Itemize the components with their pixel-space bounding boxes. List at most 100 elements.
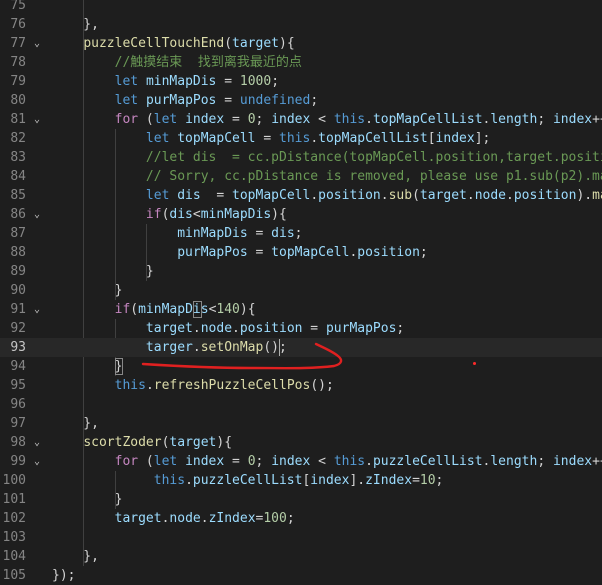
code-line[interactable]: 88 purMapPos = topMapCell.position;: [0, 243, 602, 262]
code-line[interactable]: 103: [0, 528, 602, 547]
code-token: undefined: [239, 93, 311, 108]
code-line[interactable]: 89 }: [0, 262, 602, 281]
code-token: this: [279, 131, 311, 146]
code-line[interactable]: 93 targer.setOnMap();: [0, 338, 602, 357]
code-token: 10: [419, 473, 436, 488]
code-token: =: [412, 473, 420, 488]
code-text: }: [52, 490, 123, 509]
code-token: purMapPos: [325, 321, 397, 336]
code-line[interactable]: 95 this.refreshPuzzleCellPos();: [0, 376, 602, 395]
code-line[interactable]: 105});: [0, 566, 602, 585]
code-line[interactable]: 85 let dis = topMapCell.position.sub(tar…: [0, 186, 602, 205]
code-token: .: [365, 454, 373, 469]
code-line[interactable]: 83 //let dis = cc.pDistance(topMapCell.p…: [0, 148, 602, 167]
code-text: },: [52, 547, 99, 566]
code-line[interactable]: 78 //触摸结束 找到离我最近的点: [0, 53, 602, 72]
line-number: 90: [10, 283, 26, 298]
code-line[interactable]: 87 minMapDis = dis;: [0, 224, 602, 243]
code-line[interactable]: 91 ⌄ if(minMapDis<140){: [0, 300, 602, 319]
code-token: let: [145, 131, 170, 146]
code-line[interactable]: 90 }: [0, 281, 602, 300]
code-line[interactable]: 92 target.node.position = purMapPos;: [0, 319, 602, 338]
code-editor[interactable]: 75 76 }, 77 ⌄ puzzleCellTouchEnd(target){78…: [0, 0, 602, 583]
red-annotation-dot: [473, 362, 476, 365]
line-number: 89: [10, 264, 26, 279]
code-line[interactable]: 84 // Sorry, cc.pDistance is removed, pl…: [0, 167, 602, 186]
code-line[interactable]: 101 }: [0, 490, 602, 509]
code-token: puzzleCellList: [372, 454, 483, 469]
fold-chevron-icon[interactable]: ⌄: [31, 205, 43, 224]
code-token: // Sorry, cc.pDistance is removed, pleas…: [145, 169, 602, 184]
code-token: ;: [537, 112, 553, 127]
code-token: node: [169, 511, 201, 526]
code-text: //触摸结束 找到离我最近的点: [52, 53, 302, 72]
code-token: index: [552, 112, 593, 127]
code-token: .: [145, 378, 154, 393]
fold-chevron-icon[interactable]: ⌄: [31, 110, 43, 129]
code-line[interactable]: 104 },: [0, 547, 602, 566]
code-line[interactable]: 102 target.node.zIndex=100;: [0, 509, 602, 528]
code-line[interactable]: 97 },: [0, 414, 602, 433]
code-token: mag: [592, 188, 602, 203]
code-line[interactable]: 80 let purMapPos = undefined;: [0, 91, 602, 110]
code-text: puzzleCellTouchEnd(target){: [52, 34, 294, 53]
code-token: ;: [419, 245, 428, 260]
code-line[interactable]: 86 ⌄ if(dis<minMapDis){: [0, 205, 602, 224]
code-token: ;: [537, 454, 553, 469]
code-text: let dis = topMapCell.position.sub(target…: [52, 186, 602, 205]
code-token: dis: [169, 207, 193, 222]
code-token: ;: [271, 74, 280, 89]
code-line[interactable]: 99 ⌄ for (let index = 0; index < this.puz…: [0, 452, 602, 471]
code-token: for: [114, 112, 139, 127]
code-token: <: [310, 454, 334, 469]
code-token: ).: [576, 188, 593, 203]
code-line[interactable]: 79 let minMapDis = 1000;: [0, 72, 602, 91]
code-token: minMapDis: [145, 74, 217, 89]
code-token: position: [513, 188, 577, 203]
code-line[interactable]: 100 this.puzzleCellList[index].zIndex=10…: [0, 471, 602, 490]
code-line[interactable]: 75: [0, 0, 602, 15]
code-token: let: [145, 188, 170, 203]
line-number: 80: [10, 93, 26, 108]
code-token: .: [192, 340, 201, 355]
code-token: =: [200, 188, 233, 203]
fold-chevron-icon[interactable]: ⌄: [31, 34, 43, 53]
code-token: (: [224, 36, 233, 51]
code-line[interactable]: 77 ⌄ puzzleCellTouchEnd(target){: [0, 34, 602, 53]
code-token: =: [216, 93, 240, 108]
code-token: .: [506, 188, 514, 203]
code-token: scortZoder: [83, 435, 162, 450]
line-number: 79: [10, 74, 26, 89]
code-token: .: [232, 321, 240, 336]
code-token: }: [52, 283, 123, 298]
code-line[interactable]: 82 let topMapCell = this.topMapCellList[…: [0, 129, 602, 148]
line-number: 83: [10, 150, 26, 165]
line-number: 81: [10, 112, 26, 127]
code-line[interactable]: 76 },: [0, 15, 602, 34]
code-text: target.node.position = purMapPos;: [52, 319, 404, 338]
line-number: 96: [10, 397, 26, 412]
code-line[interactable]: 96: [0, 395, 602, 414]
fold-chevron-icon[interactable]: ⌄: [31, 452, 43, 471]
bracket-match-highlight: [192, 301, 202, 318]
code-token: targer: [145, 340, 193, 355]
code-text: this.puzzleCellList[index].zIndex=10;: [52, 471, 444, 490]
code-token: puzzleCellTouchEnd: [83, 36, 225, 51]
line-number: 94: [10, 359, 26, 374]
code-token: =: [216, 74, 240, 89]
fold-chevron-icon[interactable]: ⌄: [31, 300, 43, 319]
code-token: =: [224, 454, 248, 469]
text-cursor: [278, 339, 280, 356]
code-line[interactable]: 94 }: [0, 357, 602, 376]
code-line[interactable]: 98 ⌄ scortZoder(target){: [0, 433, 602, 452]
fold-chevron-icon[interactable]: ⌄: [31, 433, 43, 452]
code-line[interactable]: 81 ⌄ for (let index = 0; index < this.top…: [0, 110, 602, 129]
